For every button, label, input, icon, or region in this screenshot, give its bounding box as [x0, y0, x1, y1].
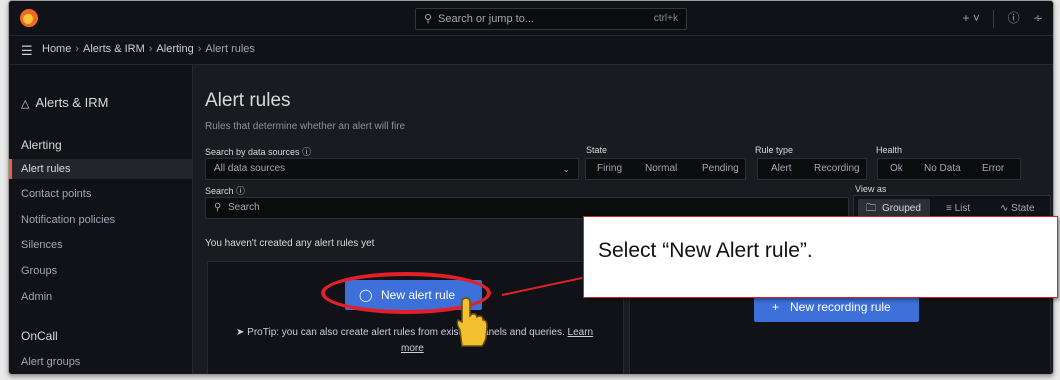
- learn-more-link[interactable]: Learn: [568, 327, 594, 338]
- global-search-placeholder: Search or jump to...: [438, 13, 534, 25]
- sidebar-title-text: Alerts & IRM: [35, 95, 109, 110]
- health-filter-ok[interactable]: Ok: [890, 159, 903, 179]
- sidebar-item-groups[interactable]: Groups: [9, 261, 192, 281]
- state-filter-label: State: [586, 145, 608, 155]
- breadcrumb-alert-rules: Alert rules: [205, 43, 255, 55]
- sidebar-item-label: Notification policies: [21, 214, 116, 226]
- rule-type-filter-recording[interactable]: Recording: [814, 159, 860, 179]
- page-subtitle: Rules that determine whether an alert wi…: [205, 121, 406, 132]
- view-as-list-label: List: [954, 203, 971, 214]
- breadcrumb-alerts-irm[interactable]: Alerts & IRM: [83, 43, 145, 55]
- state-filter-pending[interactable]: Pending: [702, 159, 739, 179]
- sidebar-heading-alerting[interactable]: Alerting: [21, 138, 62, 152]
- empty-state-message: You haven't created any alert rules yet: [205, 238, 375, 249]
- sidebar-item-label: Contact points: [21, 188, 92, 200]
- top-right-actions: + ˅ ⓘ ∻: [953, 9, 1043, 28]
- rule-type-filter-label: Rule type: [755, 145, 794, 155]
- sidebar-item-label: Groups: [21, 265, 58, 277]
- view-as-label: View as: [855, 184, 887, 194]
- divider: [993, 9, 995, 28]
- add-menu-button[interactable]: + ˅: [963, 11, 980, 25]
- datasource-filter-label-text: Search by data sources: [205, 147, 300, 157]
- chevron-right-icon: ›: [75, 43, 80, 55]
- list-icon: ≡: [946, 203, 952, 214]
- instruction-callout: Select “New Alert rule”.: [583, 216, 1058, 298]
- search-filter-label: Search ⓘ: [205, 184, 245, 197]
- info-icon: ⓘ: [236, 186, 246, 196]
- search-filter-label-text: Search: [205, 186, 234, 196]
- search-icon: ⚲: [424, 13, 433, 25]
- rule-type-filter-alert[interactable]: Alert: [771, 159, 792, 179]
- app-window: ⚲ Search or jump to... ctrl+k + ˅ ⓘ ∻ ☰ …: [8, 0, 1054, 375]
- sidebar-item-notification-policies[interactable]: Notification policies: [9, 210, 192, 230]
- sidebar-item-contact-points[interactable]: Contact points: [9, 184, 192, 204]
- breadcrumb-bar: ☰ Home › Alerts & IRM › Alerting › Alert rules: [9, 36, 1053, 65]
- rule-search-placeholder: Search: [228, 202, 260, 213]
- health-filter-group: Ok No Data Error: [877, 158, 1021, 180]
- sidebar-item-admin[interactable]: Admin: [9, 287, 192, 307]
- pointing-hand-icon: [452, 296, 488, 353]
- chevron-down-icon: ⌄: [562, 164, 570, 174]
- view-as-state-label: State: [1011, 203, 1035, 214]
- health-filter-label: Health: [876, 145, 903, 155]
- sidebar-item-alert-groups[interactable]: Alert groups: [9, 352, 192, 372]
- protip-line: ProTip: you can also create alert rules …: [247, 327, 565, 338]
- state-filter-firing[interactable]: Firing: [597, 159, 622, 179]
- sidebar-item-silences[interactable]: Silences: [9, 235, 192, 255]
- help-icon[interactable]: ⓘ: [1008, 9, 1020, 26]
- health-filter-error[interactable]: Error: [982, 159, 1004, 179]
- sidebar-item-alert-rules[interactable]: Alert rules: [9, 159, 192, 179]
- info-icon: ⓘ: [302, 147, 312, 157]
- top-bar: ⚲ Search or jump to... ctrl+k + ˅ ⓘ ∻: [9, 1, 1053, 36]
- health-filter-no-data[interactable]: No Data: [924, 159, 961, 179]
- protip-text: ➤ ProTip: you can also create alert rule…: [236, 325, 593, 357]
- learn-more-link-continued[interactable]: more: [401, 343, 424, 354]
- activity-icon: ∿: [1000, 203, 1009, 214]
- datasource-select[interactable]: All data sources ⌄: [205, 158, 579, 180]
- state-filter-normal[interactable]: Normal: [645, 159, 677, 179]
- bell-icon: △: [21, 98, 30, 110]
- datasource-select-value: All data sources: [214, 163, 286, 174]
- global-search[interactable]: ⚲ Search or jump to... ctrl+k: [415, 8, 687, 30]
- search-icon: ⚲: [214, 202, 222, 213]
- sidebar-heading-oncall[interactable]: OnCall: [21, 329, 58, 343]
- sidebar: △ Alerts & IRM Alerting Alert rules Conta…: [9, 65, 193, 374]
- callout-text: Select “New Alert rule”.: [598, 239, 813, 262]
- rule-type-filter-group: Alert Recording: [757, 158, 867, 180]
- grafana-logo-icon[interactable]: [20, 9, 38, 27]
- state-filter-group: Firing Normal Pending: [585, 158, 746, 180]
- page-title: Alert rules: [205, 90, 291, 111]
- breadcrumb-alerting[interactable]: Alerting: [156, 43, 193, 55]
- chevron-right-icon: ›: [197, 43, 202, 55]
- breadcrumb-home[interactable]: Home: [42, 43, 71, 55]
- sidebar-item-label: Alert groups: [21, 356, 81, 368]
- menu-toggle-icon[interactable]: ☰: [21, 43, 33, 59]
- rocket-icon: ➤: [236, 327, 245, 338]
- chevron-right-icon: ›: [148, 43, 153, 55]
- datasource-filter-label: Search by data sources ⓘ: [205, 145, 311, 158]
- search-shortcut-hint: ctrl+k: [653, 13, 678, 24]
- sidebar-item-label: Alert rules: [21, 163, 71, 175]
- sidebar-item-label: Silences: [21, 239, 63, 251]
- breadcrumb: Home › Alerts & IRM › Alerting › Alert rules: [42, 43, 255, 55]
- sidebar-title: △ Alerts & IRM: [21, 95, 108, 110]
- news-feed-icon[interactable]: ∻: [1033, 11, 1043, 25]
- sidebar-item-label: Admin: [21, 291, 53, 303]
